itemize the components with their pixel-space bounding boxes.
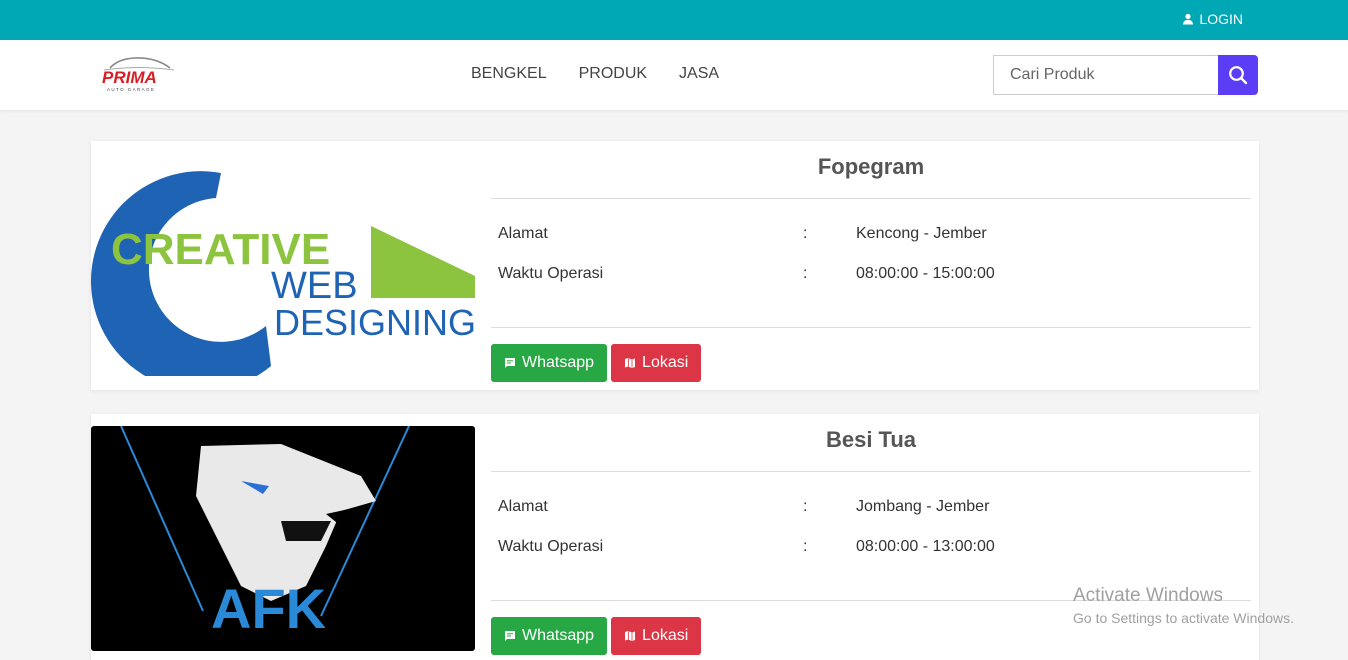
whatsapp-button[interactable]: Whatsapp (491, 344, 608, 382)
lokasi-button[interactable]: Lokasi (611, 344, 702, 382)
hours-row: Waktu Operasi : 08:00:00 - 13:00:00 (498, 538, 995, 556)
hours-value: 08:00:00 - 15:00:00 (856, 265, 995, 282)
address-label: Alamat (498, 225, 548, 242)
address-row: Alamat : Jombang - Jember (498, 498, 989, 516)
whatsapp-label: Whatsapp (522, 627, 595, 644)
hours-row: Waktu Operasi : 08:00:00 - 15:00:00 (498, 265, 995, 283)
chat-icon (505, 358, 515, 368)
map-icon (625, 358, 636, 368)
address-value: Jombang - Jember (856, 498, 990, 515)
brand-logo-text: PRIMA (102, 68, 157, 87)
search-button[interactable] (1218, 55, 1258, 95)
user-icon (1183, 13, 1194, 25)
bengkel-image-line3: DESIGNING (274, 302, 475, 343)
lokasi-button[interactable]: Lokasi (611, 617, 702, 655)
action-buttons: Whatsapp Lokasi (491, 617, 702, 655)
top-bar: LOGIN (0, 0, 1348, 40)
nav-produk[interactable]: PRODUK (579, 65, 647, 83)
separator: : (803, 265, 808, 282)
bengkel-details: Fopegram Alamat : Kencong - Jember Waktu… (491, 141, 1251, 390)
bengkel-card: CREATIVE WEB DESIGNING Fopegram Alamat :… (91, 141, 1259, 390)
search-form (993, 55, 1258, 95)
lokasi-label: Lokasi (642, 354, 689, 371)
lokasi-label: Lokasi (642, 627, 689, 644)
search-input[interactable] (993, 55, 1218, 95)
whatsapp-button[interactable]: Whatsapp (491, 617, 608, 655)
watermark-title: Activate Windows (1073, 585, 1223, 606)
address-row: Alamat : Kencong - Jember (498, 225, 987, 243)
divider (491, 327, 1251, 328)
hours-label: Waktu Operasi (498, 538, 604, 555)
brand-logo-subtext: AUTO GARAGE (107, 87, 155, 92)
nav-jasa[interactable]: JASA (679, 65, 719, 83)
divider (491, 471, 1251, 472)
bengkel-image-line2: WEB (271, 265, 358, 307)
bengkel-title: Fopegram (817, 154, 925, 179)
hours-label: Waktu Operasi (498, 265, 604, 282)
divider (491, 198, 1251, 199)
chat-icon (505, 631, 515, 641)
login-label: LOGIN (1199, 11, 1243, 27)
map-icon (625, 631, 636, 641)
bengkel-image[interactable]: AFK (91, 426, 475, 651)
watermark-subtitle: Go to Settings to activate Windows. (1073, 610, 1294, 626)
address-label: Alamat (498, 498, 548, 515)
nav-bengkel[interactable]: BENGKEL (471, 65, 547, 83)
bengkel-title: Besi Tua (825, 427, 917, 452)
separator: : (803, 498, 808, 515)
bengkel-image[interactable]: CREATIVE WEB DESIGNING (91, 156, 475, 376)
whatsapp-label: Whatsapp (522, 354, 595, 371)
hours-value: 08:00:00 - 13:00:00 (856, 538, 995, 555)
address-value: Kencong - Jember (856, 225, 987, 242)
bengkel-image-text: AFK (211, 577, 326, 640)
login-link[interactable]: LOGIN (1182, 11, 1243, 27)
search-icon (1229, 66, 1248, 85)
separator: : (803, 225, 808, 242)
windows-activation-watermark: Activate Windows Go to Settings to activ… (1073, 585, 1294, 626)
separator: : (803, 538, 808, 555)
action-buttons: Whatsapp Lokasi (491, 344, 702, 382)
brand-logo[interactable]: PRIMA AUTO GARAGE (96, 54, 178, 94)
main-navbar: PRIMA AUTO GARAGE BENGKEL PRODUK JASA (0, 40, 1348, 110)
main-nav: BENGKEL PRODUK JASA (471, 65, 719, 83)
